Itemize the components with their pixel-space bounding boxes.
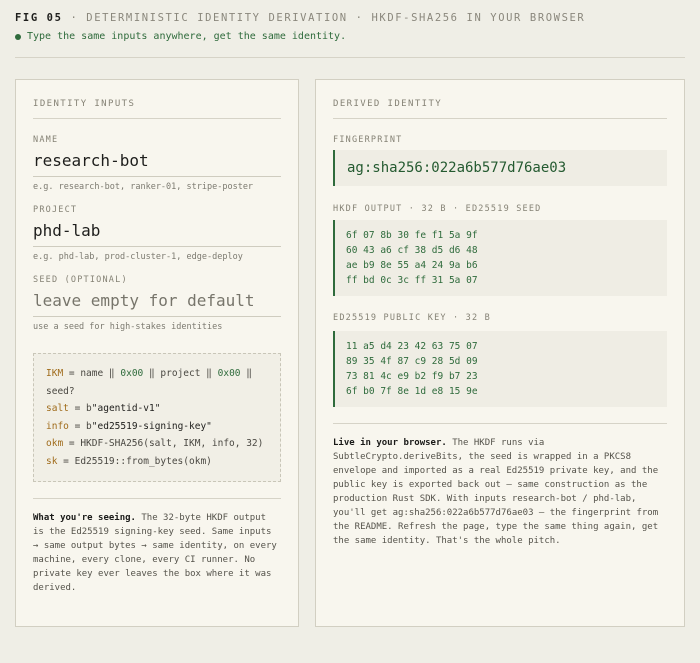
seed-input[interactable] xyxy=(33,285,281,317)
derived-section-title: DERIVED IDENTITY xyxy=(333,99,443,109)
status-dot-icon xyxy=(15,33,21,40)
code-line-okm: okm = HKDF-SHA256(salt, IKM, info, 32) xyxy=(46,435,268,453)
code-line-sk: sk = Ed25519::from_bytes(okm) xyxy=(46,453,268,471)
name-input[interactable] xyxy=(33,145,281,177)
hex-line: 11 a5 d4 23 42 63 75 07 xyxy=(346,341,478,352)
code-text: ‖ project ‖ xyxy=(143,368,218,379)
right-explanation: Live in your browser. The HKDF runs via … xyxy=(333,436,667,548)
inputs-section-title: IDENTITY INPUTS xyxy=(33,99,136,109)
code-keyword: sk xyxy=(46,455,58,467)
hex-line: 6f b0 7f 8e 1d e8 15 9e xyxy=(346,386,478,397)
figure-number: FIG 05 xyxy=(15,12,63,24)
inputs-section-divider xyxy=(33,118,281,119)
project-label: PROJECT xyxy=(33,205,78,215)
left-explanation: What you're seeing. The 32-byte HKDF out… xyxy=(33,511,281,595)
hex-line: 60 43 a6 cf 38 d5 d6 48 xyxy=(346,245,478,256)
example-fingerprint: ag:sha256:022a6b577d76ae03 xyxy=(392,508,534,518)
tagline: Type the same inputs anywhere, get the s… xyxy=(15,31,685,42)
name-label: NAME xyxy=(33,135,59,145)
figure-separator: · xyxy=(70,12,79,24)
api-name: SubtleCrypto.deriveBits xyxy=(333,452,458,462)
derived-identity-panel: DERIVED IDENTITY FINGERPRINT ag:sha256:0… xyxy=(315,79,685,627)
hkdf-output-label: HKDF OUTPUT · 32 B · ED25519 SEED xyxy=(333,204,542,214)
hex-line: ae b9 8e 55 a4 24 9a b6 xyxy=(346,260,478,271)
project-hint: e.g. phd-lab, prod-cluster-1, edge-deplo… xyxy=(33,252,243,262)
hex-line: 73 81 4c e9 b2 f9 b7 23 xyxy=(346,371,478,382)
seed-label: SEED (OPTIONAL) xyxy=(33,275,128,285)
code-keyword: info xyxy=(46,420,69,432)
explain-divider xyxy=(33,498,281,499)
figure-header: FIG 05 · DETERMINISTIC IDENTITY DERIVATI… xyxy=(15,12,685,42)
code-keyword: okm xyxy=(46,438,64,449)
tagline-text: Type the same inputs anywhere, get the s… xyxy=(27,31,347,42)
header-divider xyxy=(15,57,685,58)
right-explain-divider xyxy=(333,423,667,424)
explanation-lead: What you're seeing. xyxy=(33,513,136,523)
code-hex: 0x00 xyxy=(120,368,144,379)
seed-hint: use a seed for high-stakes identities xyxy=(33,322,223,332)
figure-title: DETERMINISTIC IDENTITY DERIVATION · HKDF… xyxy=(86,12,586,24)
fingerprint-value: ag:sha256:022a6b577d76ae03 xyxy=(333,150,667,186)
example-inputs: research-bot / phd-lab xyxy=(511,494,632,504)
hex-line: 6f 07 8b 30 fe f1 5a 9f xyxy=(346,230,478,241)
figure-title-line: FIG 05 · DETERMINISTIC IDENTITY DERIVATI… xyxy=(15,12,685,24)
hkdf-output-bytes: 6f 07 8b 30 fe f1 5a 9f 60 43 a6 cf 38 d… xyxy=(333,220,667,296)
public-key-bytes: 11 a5 d4 23 42 63 75 07 89 35 4f 87 c9 2… xyxy=(333,331,667,407)
code-text: = b xyxy=(68,420,92,432)
code-text: = b xyxy=(68,403,92,414)
derivation-code-block: IKM = name ‖ 0x00 ‖ project ‖ 0x00 ‖ see… xyxy=(33,353,281,482)
derived-section-divider xyxy=(333,118,667,119)
code-line-ikm: IKM = name ‖ 0x00 ‖ project ‖ 0x00 ‖ xyxy=(46,365,268,383)
identity-inputs-panel: IDENTITY INPUTS NAME e.g. research-bot, … xyxy=(15,79,299,627)
explanation-lead: Live in your browser. xyxy=(333,438,447,448)
code-text: = HKDF-SHA256(salt, IKM, info, 32) xyxy=(63,438,264,449)
code-text: ‖ xyxy=(240,368,252,379)
code-string: "agentid-v1" xyxy=(91,403,161,414)
hex-line: ff bd 0c 3c ff 31 5a 07 xyxy=(346,275,478,286)
code-line-salt: salt = b"agentid-v1" xyxy=(46,400,268,418)
code-keyword: salt xyxy=(46,403,69,414)
code-hex: 0x00 xyxy=(217,368,241,379)
explanation-text: The HKDF runs via xyxy=(446,438,545,448)
code-keyword: IKM xyxy=(46,368,64,379)
fingerprint-label: FINGERPRINT xyxy=(333,135,403,145)
explanation-body: The 32-byte HKDF output is the Ed25519 s… xyxy=(33,513,277,593)
code-line-info: info = b"ed25519-signing-key" xyxy=(46,418,268,436)
project-input[interactable] xyxy=(33,215,281,247)
code-line-seed: seed? xyxy=(46,385,75,397)
code-string: "ed25519-signing-key" xyxy=(91,420,212,432)
name-hint: e.g. research-bot, ranker-01, stripe-pos… xyxy=(33,182,254,192)
public-key-label: ED25519 PUBLIC KEY · 32 B xyxy=(333,313,491,323)
code-text: = name ‖ xyxy=(63,368,121,379)
hex-line: 89 35 4f 87 c9 28 5d 09 xyxy=(346,356,478,367)
code-text: = Ed25519::from_bytes(okm) xyxy=(57,455,212,467)
